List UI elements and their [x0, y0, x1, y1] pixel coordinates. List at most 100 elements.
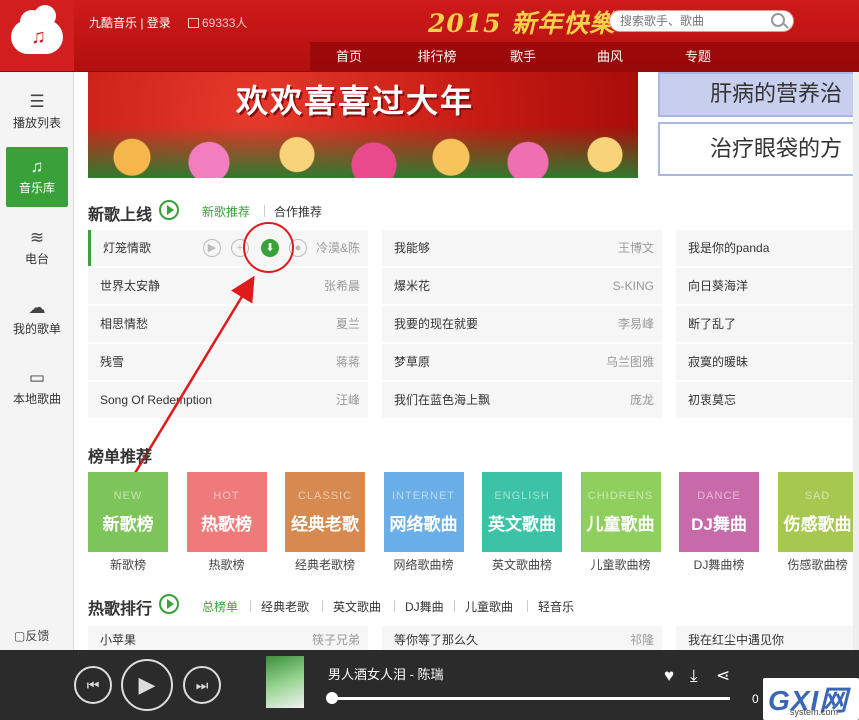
logo[interactable]: ♫: [0, 0, 74, 72]
ad-liver[interactable]: 肝病的营养治: [658, 72, 859, 117]
rank-card-title: 经典老歌: [291, 515, 359, 534]
flowers-decoration: [88, 126, 638, 178]
app-window: ♫ 九酷音乐 | 登录 69333人 2015 新年快樂 首页 排行榜 歌手 曲…: [0, 0, 859, 720]
rank-card-4[interactable]: ENGLISH 英文歌曲: [482, 472, 562, 552]
monitor-icon: [188, 18, 199, 28]
song-item[interactable]: 爆米花 S-KING: [382, 268, 662, 304]
play-icon[interactable]: ▶: [203, 239, 221, 257]
search-icon[interactable]: [771, 13, 785, 27]
tab-hot-classic[interactable]: 经典老歌: [261, 598, 309, 615]
rankings-title: 榜单推荐: [88, 449, 153, 466]
heart-icon[interactable]: ♥: [664, 666, 674, 686]
rank-card-3[interactable]: INTERNET 网络歌曲: [383, 472, 464, 552]
tab-hot-children[interactable]: 儿童歌曲: [465, 598, 513, 615]
monitor-icon: ▭: [28, 368, 46, 387]
rank-card-title: DJ舞曲: [691, 515, 747, 534]
tab-divider: [394, 600, 395, 612]
progress-handle[interactable]: [326, 692, 338, 704]
song-name: 向日葵海洋: [688, 279, 749, 293]
tab-new-recommend[interactable]: 新歌推荐: [202, 203, 250, 220]
tab-hot-dj[interactable]: DJ舞曲: [405, 598, 444, 615]
list-icon: ☰: [29, 92, 45, 111]
main-nav: 首页 排行榜 歌手 曲风 专题: [310, 42, 859, 72]
tab-hot-light[interactable]: 轻音乐: [538, 598, 574, 615]
album-cover[interactable]: [266, 656, 304, 708]
scrollbar[interactable]: [853, 72, 859, 650]
rank-card-7[interactable]: SAD 伤感歌曲: [777, 472, 858, 552]
wifi-icon: ≋: [29, 228, 45, 247]
rank-card-0[interactable]: NEW 新歌榜: [88, 472, 168, 552]
rank-card-2[interactable]: CLASSIC 经典老歌: [285, 472, 365, 552]
share-icon[interactable]: ⋖: [716, 666, 730, 686]
festive-banner-text: 2015 新年快樂: [428, 9, 616, 38]
progress-bar[interactable]: [330, 697, 730, 700]
rank-card-label[interactable]: 伤感歌曲榜: [778, 556, 858, 573]
ad-eyebags[interactable]: 治疗眼袋的方: [658, 122, 859, 176]
song-name: 我们在蓝色海上飘: [394, 393, 491, 407]
tab-divider: [527, 600, 528, 612]
nav-charts[interactable]: 排行榜: [412, 42, 462, 72]
rank-card-5[interactable]: CHIDRENS 儿童歌曲: [580, 472, 661, 552]
song-item[interactable]: 断了乱了: [676, 306, 859, 342]
site-login-link[interactable]: 九酷音乐 | 登录: [89, 14, 171, 31]
tab-hot-all[interactable]: 总榜单: [202, 598, 238, 615]
sidebar-item-playlist[interactable]: ☰ 播放列表: [6, 82, 68, 142]
song-item[interactable]: 向日葵海洋: [676, 268, 859, 304]
song-item[interactable]: 我们在蓝色海上飘 庞龙: [382, 382, 662, 418]
rank-card-en: ENGLISH: [494, 490, 550, 502]
rank-card-title: 伤感歌曲: [783, 515, 852, 534]
rank-card-1[interactable]: HOT 热歌榜: [186, 472, 267, 552]
rank-card-label[interactable]: 英文歌曲榜: [482, 556, 562, 573]
play-circle-icon[interactable]: [159, 594, 179, 614]
feedback-link[interactable]: ▢反馈: [14, 627, 49, 644]
rank-card-label[interactable]: DJ舞曲榜: [679, 556, 759, 573]
previous-button[interactable]: ⏮: [74, 666, 112, 704]
rank-card-label[interactable]: 网络歌曲榜: [384, 556, 464, 573]
rank-card-en: SAD: [804, 490, 831, 502]
online-count-text: 69333人: [202, 16, 248, 30]
rank-card-label[interactable]: 儿童歌曲榜: [581, 556, 661, 573]
song-item[interactable]: 我能够 王博文: [382, 230, 662, 266]
sidebar-item-label: 播放列表: [12, 116, 61, 130]
song-item[interactable]: 灯笼情歌 冷漠&陈 ▶ + ⬇ ●: [88, 230, 368, 266]
tab-partner-recommend[interactable]: 合作推荐: [274, 203, 322, 220]
search-input[interactable]: [609, 10, 794, 32]
song-item[interactable]: Song Of Redemption 汪峰: [88, 382, 368, 418]
play-button[interactable]: ▶: [121, 659, 173, 711]
song-item[interactable]: 梦草原 乌兰图雅: [382, 344, 662, 380]
new-songs-title: 新歌上线: [88, 207, 153, 224]
rank-card-label[interactable]: 经典老歌榜: [285, 556, 365, 573]
rank-card-label[interactable]: 热歌榜: [187, 556, 267, 573]
song-item[interactable]: 寂寞的暖昧: [676, 344, 859, 380]
download-icon[interactable]: ⤓: [690, 666, 698, 686]
song-name: 世界太安静: [100, 279, 161, 293]
rank-card-title: 新歌榜: [102, 515, 154, 534]
next-button[interactable]: ⏭: [183, 666, 221, 704]
nav-genres[interactable]: 曲风: [585, 42, 635, 72]
sidebar-item-library[interactable]: ♫ 音乐库: [6, 147, 68, 207]
sidebar-item-my-playlists[interactable]: ☁ 我的歌单: [6, 288, 68, 348]
nav-singers[interactable]: 歌手: [498, 42, 548, 72]
rank-card-6[interactable]: DANCE DJ舞曲: [679, 472, 759, 552]
tab-hot-english[interactable]: 英文歌曲: [333, 598, 381, 615]
rank-card-en: CLASSIC: [297, 490, 353, 502]
song-name: Song Of Redemption: [100, 393, 213, 407]
rank-card-title: 儿童歌曲: [586, 515, 655, 534]
sidebar-item-local-songs[interactable]: ▭ 本地歌曲: [6, 358, 68, 418]
nav-topics[interactable]: 专题: [673, 42, 723, 72]
song-artist: S-KING: [612, 279, 654, 293]
song-item[interactable]: 世界太安静 张希晨: [88, 268, 368, 304]
song-item[interactable]: 初衷莫忘: [676, 382, 859, 418]
rank-card-label[interactable]: 新歌榜: [88, 556, 168, 573]
song-item[interactable]: 我要的现在就要 李易峰: [382, 306, 662, 342]
play-circle-icon[interactable]: [159, 200, 179, 220]
tab-divider: [322, 600, 323, 612]
song-artist: 庞龙: [629, 393, 654, 407]
song-item[interactable]: 我是你的panda: [676, 230, 859, 266]
promo-banner[interactable]: 欢欢喜喜过大年: [88, 72, 638, 178]
sidebar-item-radio[interactable]: ≋ 电台: [6, 218, 68, 278]
nav-home[interactable]: 首页: [324, 42, 374, 72]
song-item[interactable]: 相思情愁 夏兰: [88, 306, 368, 342]
song-item[interactable]: 残雪 蒋蒋: [88, 344, 368, 380]
watermark-subtext: system.com: [790, 707, 839, 717]
